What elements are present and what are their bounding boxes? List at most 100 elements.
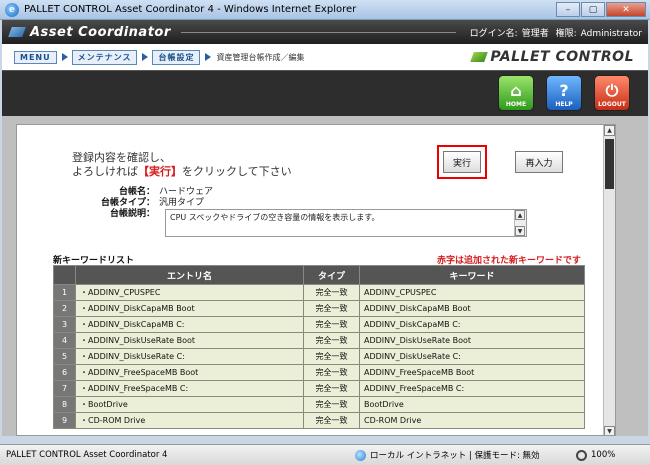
row-keyword: ADDINV_DiskUseRate C:	[359, 348, 585, 365]
row-entry: ・ADDINV_DiskCapaMB Boot	[75, 300, 304, 317]
content-area: 登録内容を確認し、 よろしければ【実行】をクリックして下さい 実行 再入力 台帳…	[2, 116, 648, 436]
ledger-type-row: 台帳タイプ： 汎用タイプ	[77, 198, 213, 209]
breadcrumb-arrow-icon	[142, 53, 149, 61]
zoom-control[interactable]: 100%	[576, 449, 616, 461]
table-row: 2 ・ADDINV_DiskCapaMB Boot 完全一致 ADDINV_DiskC…	[53, 300, 585, 317]
help-button[interactable]: ? HELP	[546, 75, 582, 111]
zoom-level: 100%	[591, 450, 616, 460]
table-row: 7 ・ADDINV_FreeSpaceMB C: 完全一致 ADDINV_FreeSp…	[53, 380, 585, 397]
row-keyword: ADDINV_DiskCapaMB C:	[359, 316, 585, 333]
role-label: 権限:	[555, 28, 577, 39]
table-row: 4 ・ADDINV_DiskUseRate Boot 完全一致 ADDINV_Disk…	[53, 332, 585, 349]
execute-button[interactable]: 実行	[443, 151, 481, 173]
table-row: 6 ・ADDINV_FreeSpaceMB Boot 完全一致 ADDINV_Free…	[53, 364, 585, 381]
row-keyword: ADDINV_CPUSPEC	[359, 284, 585, 301]
scroll-up-icon[interactable]: ▲	[604, 125, 615, 136]
breadcrumb-menu[interactable]: MENU	[14, 50, 57, 64]
confirm-line-2-highlight: 【実行】	[138, 165, 182, 178]
row-entry: ・ADDINV_DiskUseRate Boot	[75, 332, 304, 349]
row-keyword: CD-ROM Drive	[359, 412, 585, 429]
row-type: 完全一致	[303, 284, 360, 301]
scroll-down-icon[interactable]: ▼	[515, 226, 525, 236]
ledger-description-text: CPU スペックやドライブの空き容量の情報を表示します。	[170, 213, 380, 222]
row-type: 完全一致	[303, 396, 360, 413]
row-entry: ・ADDINV_FreeSpaceMB C:	[75, 380, 304, 397]
table-row: 1 ・ADDINV_CPUSPEC 完全一致 ADDINV_CPUSPEC	[53, 284, 585, 301]
confirm-line-2-post: をクリックして下さい	[182, 165, 292, 178]
scroll-up-icon[interactable]: ▲	[515, 210, 525, 220]
breadcrumb-maintenance[interactable]: メンテナンス	[71, 49, 138, 65]
row-number: 3	[53, 316, 76, 333]
row-keyword: ADDINV_FreeSpaceMB Boot	[359, 364, 585, 381]
panel-scrollbar[interactable]: ▲ ▼	[603, 125, 615, 435]
app-header: Asset Coordinator ログイン名: 管理者 権限: Administr…	[2, 20, 648, 44]
reenter-button[interactable]: 再入力	[515, 151, 563, 173]
row-number: 9	[53, 412, 76, 429]
row-entry: ・CD-ROM Drive	[75, 412, 304, 429]
scroll-down-icon[interactable]: ▼	[604, 426, 615, 435]
security-zone[interactable]: ローカル イントラネット | 保護モード: 無効	[355, 449, 540, 461]
logout-icon: ⏻	[605, 81, 619, 100]
app-logo-mark-icon	[8, 27, 26, 37]
breadcrumb-arrow-icon	[61, 53, 68, 61]
col-number	[53, 265, 76, 285]
status-text: PALLET CONTROL Asset Coordinator 4	[6, 450, 168, 460]
confirm-line-2-pre: よろしければ	[72, 165, 138, 178]
security-zone-text: ローカル イントラネット | 保護モード: 無効	[370, 451, 540, 461]
description-scrollbar[interactable]: ▲ ▼	[514, 210, 526, 236]
brand-logo: PALLET CONTROL	[470, 49, 634, 65]
logout-button[interactable]: ⏻ LOGOUT	[594, 75, 630, 111]
table-row: 8 ・BootDrive 完全一致 BootDrive	[53, 396, 585, 413]
row-type: 完全一致	[303, 364, 360, 381]
brand-name: PALLET CONTROL	[490, 49, 634, 65]
window-title: PALLET CONTROL Asset Coordinator 4 - Win…	[24, 4, 357, 15]
row-number: 6	[53, 364, 76, 381]
home-button[interactable]: ⌂ HOME	[498, 75, 534, 111]
ledger-type-value: 汎用タイプ	[159, 198, 205, 208]
table-row: 9 ・CD-ROM Drive 完全一致 CD-ROM Drive	[53, 412, 585, 429]
ledger-name-row: 台帳名： ハードウェア	[77, 187, 213, 198]
breadcrumb: MENU メンテナンス 台帳設定 資産管理台帳作成／編集 PALLET CONT…	[2, 44, 648, 70]
row-entry: ・ADDINV_CPUSPEC	[75, 284, 304, 301]
confirm-panel: 登録内容を確認し、 よろしければ【実行】をクリックして下さい 実行 再入力 台帳…	[16, 124, 616, 436]
row-type: 完全一致	[303, 380, 360, 397]
table-row: 3 ・ADDINV_DiskCapaMB C: 完全一致 ADDINV_DiskCap…	[53, 316, 585, 333]
keyword-table: エントリ名 タイプ キーワード 1 ・ADDINV_CPUSPEC 完全一致 ADDI…	[53, 265, 585, 429]
toolbar: ⌂ HOME ? HELP ⏻ LOGOUT	[2, 70, 648, 116]
breadcrumb-arrow-icon	[205, 53, 212, 61]
row-type: 完全一致	[303, 412, 360, 429]
ledger-type-label: 台帳タイプ：	[100, 198, 155, 208]
zoom-icon	[576, 449, 587, 461]
row-keyword: ADDINV_DiskUseRate Boot	[359, 332, 585, 349]
row-type: 完全一致	[303, 332, 360, 349]
row-keyword: BootDrive	[359, 396, 585, 413]
login-value: 管理者	[521, 28, 549, 39]
col-keyword: キーワード	[359, 265, 585, 285]
confirm-line-1: 登録内容を確認し、	[72, 151, 171, 164]
breadcrumb-ledger-settings[interactable]: 台帳設定	[152, 49, 201, 65]
row-number: 7	[53, 380, 76, 397]
maximize-button[interactable]: ▢	[581, 2, 605, 17]
window-controls: – ▢ ✕	[555, 2, 646, 17]
row-entry: ・BootDrive	[75, 396, 304, 413]
user-info: ログイン名: 管理者 権限: Administrator	[466, 26, 642, 39]
role-value: Administrator	[580, 28, 642, 39]
row-number: 8	[53, 396, 76, 413]
table-row: 5 ・ADDINV_DiskUseRate C: 完全一致 ADDINV_DiskUs…	[53, 348, 585, 365]
row-number: 2	[53, 300, 76, 317]
ledger-description-box[interactable]: CPU スペックやドライブの空き容量の情報を表示します。 ▲ ▼	[165, 209, 527, 237]
ledger-desc-label: 台帳説明：	[109, 209, 155, 219]
confirm-message: 登録内容を確認し、 よろしければ【実行】をクリックして下さい	[72, 151, 292, 179]
help-label: HELP	[555, 101, 573, 108]
scroll-thumb[interactable]	[605, 139, 614, 189]
login-label: ログイン名:	[469, 28, 518, 39]
row-keyword: ADDINV_FreeSpaceMB C:	[359, 380, 585, 397]
minimize-button[interactable]: –	[556, 2, 580, 17]
col-entry: エントリ名	[75, 265, 304, 285]
ledger-name-value: ハードウェア	[159, 187, 214, 197]
row-type: 完全一致	[303, 348, 360, 365]
close-button[interactable]: ✕	[606, 2, 646, 17]
row-keyword: ADDINV_DiskCapaMB Boot	[359, 300, 585, 317]
help-icon: ?	[559, 81, 569, 100]
breadcrumb-current: 資産管理台帳作成／編集	[216, 52, 305, 62]
